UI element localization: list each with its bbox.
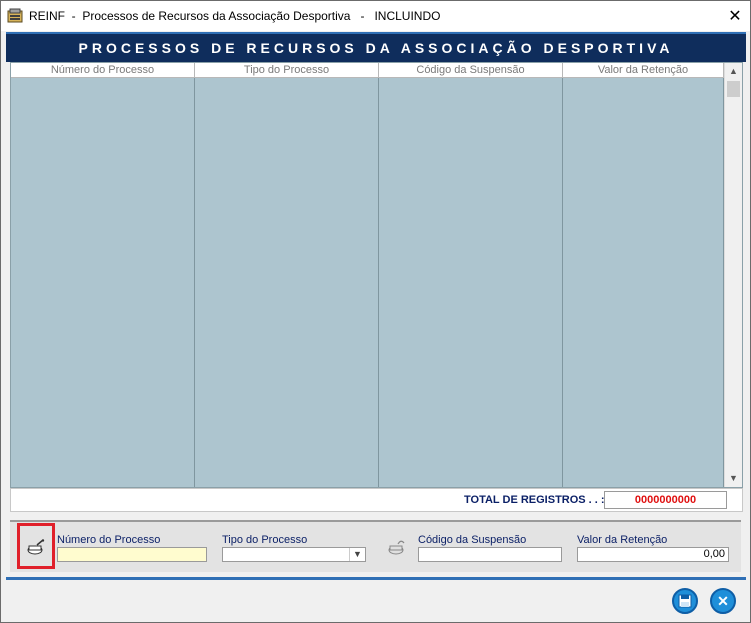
total-label: TOTAL DE REGISTROS . . : <box>464 494 605 506</box>
total-value: 0000000000 <box>604 491 727 509</box>
vertical-scrollbar[interactable]: ▲ ▼ <box>724 63 742 487</box>
column-header-valor[interactable]: Valor da Retenção <box>563 63 724 77</box>
edit-record-icon[interactable] <box>27 539 45 555</box>
close-icon: ✕ <box>728 8 742 25</box>
database-icon <box>7 8 23 23</box>
lock-lookup-icon[interactable] <box>388 539 406 555</box>
valor-retencao-input[interactable]: 0,00 <box>577 547 729 562</box>
close-icon: ✕ <box>717 593 729 609</box>
grid-header: Número do Processo Tipo do Processo Códi… <box>11 63 724 78</box>
grid-column-valor <box>563 78 724 487</box>
codigo-suspensao-input[interactable] <box>418 547 562 562</box>
numero-processo-input[interactable] <box>57 547 207 562</box>
valor-retencao-value: 0,00 <box>703 548 725 560</box>
grid-column-numero <box>11 78 195 487</box>
scroll-up-icon[interactable]: ▲ <box>725 63 742 80</box>
column-header-codigo[interactable]: Código da Suspensão <box>379 63 563 77</box>
valor-label: Valor da Retenção <box>577 534 668 546</box>
grid-column-codigo <box>379 78 563 487</box>
scroll-thumb[interactable] <box>727 81 740 97</box>
column-header-tipo[interactable]: Tipo do Processo <box>195 63 379 77</box>
title-bar: REINF - Processos de Recursos da Associa… <box>1 1 750 31</box>
records-grid[interactable]: Número do Processo Tipo do Processo Códi… <box>10 62 743 488</box>
cancel-button[interactable]: ✕ <box>710 588 736 614</box>
save-icon <box>678 594 692 608</box>
column-header-numero[interactable]: Número do Processo <box>11 63 195 77</box>
numero-label: Número do Processo <box>57 534 161 546</box>
total-bar: TOTAL DE REGISTROS . . : 0000000000 <box>10 488 743 512</box>
window-close-button[interactable]: ✕ <box>720 1 750 31</box>
header-band: PROCESSOS DE RECURSOS DA ASSOCIAÇÃO DESP… <box>6 32 746 62</box>
app-window: REINF - Processos de Recursos da Associa… <box>0 0 751 623</box>
page-title: PROCESSOS DE RECURSOS DA ASSOCIAÇÃO DESP… <box>78 40 674 56</box>
grid-body[interactable] <box>11 78 724 487</box>
window-title: REINF - Processos de Recursos da Associa… <box>29 9 441 23</box>
tipo-label: Tipo do Processo <box>222 534 308 546</box>
scroll-down-icon[interactable]: ▼ <box>725 470 742 487</box>
tipo-processo-select[interactable]: ▼ <box>222 547 366 562</box>
edit-panel <box>10 520 741 572</box>
codigo-label: Código da Suspensão <box>418 534 527 546</box>
save-button[interactable] <box>672 588 698 614</box>
chevron-down-icon[interactable]: ▼ <box>349 548 365 561</box>
bottom-divider <box>6 577 746 580</box>
grid-column-tipo <box>195 78 379 487</box>
